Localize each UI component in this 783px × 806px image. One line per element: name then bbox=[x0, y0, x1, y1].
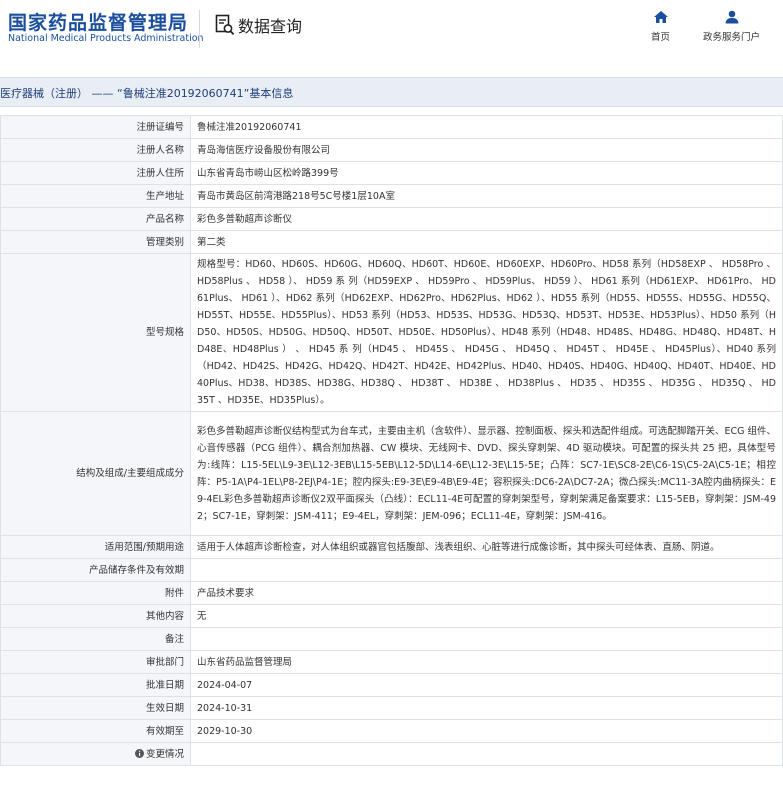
row-label: 注册证编号 bbox=[0, 115, 191, 139]
nav-home-label: 首页 bbox=[651, 32, 671, 43]
row-value: 规格型号：HD60、HD60S、HD60G、HD60Q、HD60T、HD60E、… bbox=[190, 253, 783, 412]
row-value: 山东省药品监督管理局 bbox=[190, 650, 783, 674]
note-label: 变更情况 bbox=[0, 742, 191, 766]
registration-info-table: 注册证编号 鲁械注准20192060741 注册人名称 青岛海信医疗设备股份有限… bbox=[0, 115, 783, 766]
table-row: 生产地址 青岛市黄岛区前湾港路218号5C号楼1层10A室 bbox=[0, 184, 783, 208]
row-label: 型号规格 bbox=[0, 253, 191, 412]
row-value: 2024-10-31 bbox=[190, 696, 783, 720]
table-row: 注册人名称 青岛海信医疗设备股份有限公司 bbox=[0, 138, 783, 162]
table-row: 审批部门 山东省药品监督管理局 bbox=[0, 650, 783, 674]
table-row: 结构及组成/主要组成成分 彩色多普勒超声诊断仪结构型式为台车式，主要由主机（含软… bbox=[0, 411, 783, 536]
nav-home[interactable]: 首页 bbox=[651, 10, 670, 43]
table-row: 生效日期 2024-10-31 bbox=[0, 696, 783, 720]
data-query-title[interactable]: 数据查询 bbox=[215, 12, 302, 38]
row-label: 附件 bbox=[0, 581, 191, 605]
row-label: 生效日期 bbox=[0, 696, 191, 720]
row-value: 彩色多普勒超声诊断仪 bbox=[190, 207, 783, 231]
row-value: 适用于人体超声诊断检查，对人体组织或器官包括腹部、浅表组织、心脏等进行成像诊断，… bbox=[190, 535, 783, 559]
home-icon bbox=[653, 11, 668, 23]
row-value: 青岛海信医疗设备股份有限公司 bbox=[190, 138, 783, 162]
row-label: 注册人名称 bbox=[0, 138, 191, 162]
row-value: 鲁械注准20192060741 bbox=[190, 115, 783, 139]
header-divider bbox=[199, 10, 200, 48]
table-row: 产品名称 彩色多普勒超声诊断仪 bbox=[0, 207, 783, 231]
row-value: 彩色多普勒超声诊断仪结构型式为台车式，主要由主机（含软件）、显示器、控制面板、探… bbox=[190, 411, 783, 536]
breadcrumb-text: 医疗器械（注册） —— “鲁械注准20192060741”基本信息 bbox=[0, 87, 294, 100]
table-row: 批准日期 2024-04-07 bbox=[0, 673, 783, 697]
table-row: 产品储存条件及有效期 bbox=[0, 558, 783, 582]
nav-government-portal[interactable]: 政务服务门户 bbox=[703, 10, 760, 43]
table-row: 有效期至 2029-10-30 bbox=[0, 719, 783, 743]
table-row: 变更情况 bbox=[0, 742, 783, 766]
row-value bbox=[190, 558, 783, 582]
row-value: 产品技术要求 bbox=[190, 581, 783, 605]
info-icon bbox=[134, 748, 144, 758]
row-value bbox=[190, 742, 783, 766]
note-label-text: 变更情况 bbox=[145, 748, 184, 760]
row-label: 产品储存条件及有效期 bbox=[0, 558, 191, 582]
row-value: 无 bbox=[190, 604, 783, 628]
table-row: 型号规格 规格型号：HD60、HD60S、HD60G、HD60Q、HD60T、H… bbox=[0, 253, 783, 412]
site-logo-en: National Medical Products Administration bbox=[8, 33, 204, 44]
row-label: 批准日期 bbox=[0, 673, 191, 697]
row-label: 管理类别 bbox=[0, 230, 191, 254]
row-value: 2024-04-07 bbox=[190, 673, 783, 697]
row-value bbox=[190, 627, 783, 651]
table-row: 注册证编号 鲁械注准20192060741 bbox=[0, 115, 783, 139]
row-label: 注册人住所 bbox=[0, 161, 191, 185]
row-value: 山东省青岛市崂山区松岭路399号 bbox=[190, 161, 783, 185]
table-row: 附件 产品技术要求 bbox=[0, 581, 783, 605]
site-logo-cn[interactable]: 国家药品监督管理局 bbox=[8, 8, 188, 35]
row-label: 备注 bbox=[0, 627, 191, 651]
table-row: 备注 bbox=[0, 627, 783, 651]
row-value: 2029-10-30 bbox=[190, 719, 783, 743]
table-row: 其他内容 无 bbox=[0, 604, 783, 628]
row-label: 生产地址 bbox=[0, 184, 191, 208]
data-query-label: 数据查询 bbox=[238, 17, 303, 36]
row-value: 青岛市黄岛区前湾港路218号5C号楼1层10A室 bbox=[190, 184, 783, 208]
row-label: 有效期至 bbox=[0, 719, 191, 743]
site-header: 国家药品监督管理局 National Medical Products Admi… bbox=[0, 0, 783, 66]
nav-government-portal-label: 政务服务门户 bbox=[703, 32, 761, 43]
user-icon bbox=[725, 10, 738, 24]
table-row: 适用范围/预期用途 适用于人体超声诊断检查，对人体组织或器官包括腹部、浅表组织、… bbox=[0, 535, 783, 559]
row-label: 其他内容 bbox=[0, 604, 191, 628]
document-search-icon bbox=[215, 14, 235, 36]
row-label: 适用范围/预期用途 bbox=[0, 535, 191, 559]
row-label: 审批部门 bbox=[0, 650, 191, 674]
row-value: 第二类 bbox=[190, 230, 783, 254]
table-row: 注册人住所 山东省青岛市崂山区松岭路399号 bbox=[0, 161, 783, 185]
table-row: 管理类别 第二类 bbox=[0, 230, 783, 254]
row-label: 结构及组成/主要组成成分 bbox=[0, 411, 191, 536]
row-label: 产品名称 bbox=[0, 207, 191, 231]
breadcrumb: 医疗器械（注册） —— “鲁械注准20192060741”基本信息 bbox=[0, 77, 783, 107]
